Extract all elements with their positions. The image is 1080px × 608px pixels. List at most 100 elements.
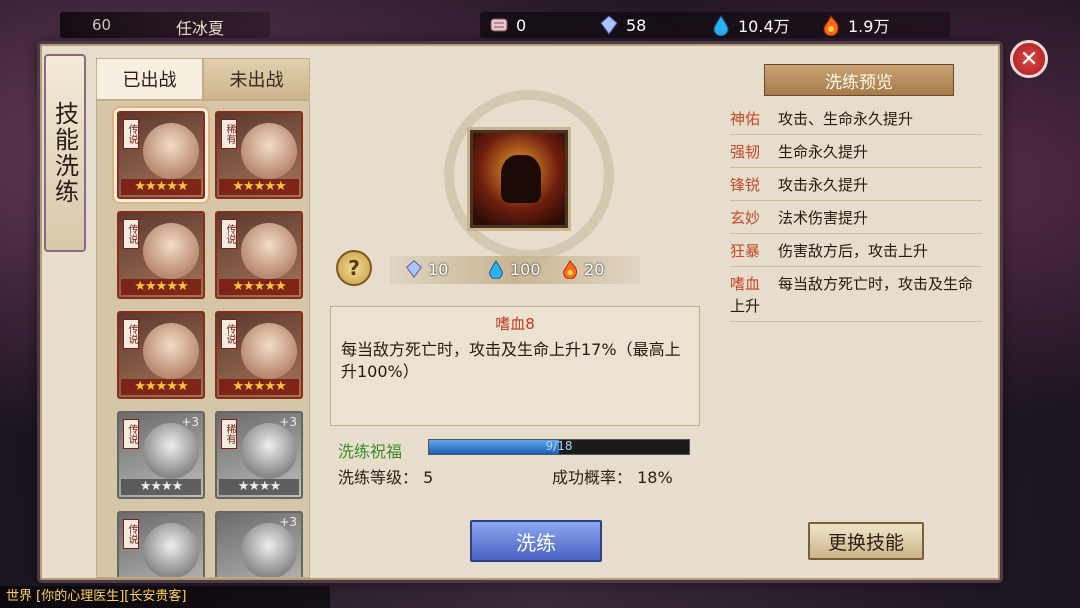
hero-portrait bbox=[241, 123, 297, 179]
preview-item-effect: 生命永久提升 bbox=[778, 143, 869, 161]
hero-portrait bbox=[143, 223, 199, 279]
resource-water[interactable]: 10.4万 bbox=[710, 14, 790, 36]
flame-icon bbox=[563, 259, 577, 279]
top-bar: 60 任冰夏 0 58 10.4万 1.9万 bbox=[0, 0, 1080, 44]
hero-portrait bbox=[241, 423, 297, 479]
hero-bonus: +3 bbox=[279, 515, 297, 529]
rarity-tag: 稀有 bbox=[221, 119, 237, 149]
rarity-tag: 稀有 bbox=[221, 419, 237, 449]
hero-stars: ★★★★★ bbox=[121, 179, 201, 195]
preview-item-name: 嗜血 bbox=[730, 275, 761, 293]
hero-card[interactable]: 传说 ★★★★★ bbox=[117, 111, 205, 199]
preview-item-name: 强韧 bbox=[730, 143, 761, 161]
hero-card[interactable]: 传说 ★★★★★ bbox=[215, 211, 303, 299]
panel-title: 技能洗练 bbox=[44, 54, 86, 252]
hero-stars: ★★★★ bbox=[219, 479, 299, 495]
hero-card[interactable]: 稀有 ★★★★★ bbox=[215, 111, 303, 199]
rarity-tag: 传说 bbox=[221, 219, 237, 249]
change-skill-button[interactable]: 更换技能 bbox=[808, 522, 924, 560]
rarity-tag: 传说 bbox=[123, 519, 139, 549]
hero-stars: ★★★★ bbox=[121, 479, 201, 495]
preview-item-name: 锋锐 bbox=[730, 176, 761, 194]
resource-value: 10.4万 bbox=[738, 17, 790, 36]
resource-scroll[interactable]: 0 bbox=[488, 14, 526, 36]
skill-description: 每当敌方死亡时，攻击及生命上升17%（最高上升100%） bbox=[341, 340, 681, 381]
resource-value: 0 bbox=[516, 15, 527, 35]
resource-flame[interactable]: 1.9万 bbox=[820, 14, 889, 36]
refine-level: 洗练等级： 5 bbox=[338, 468, 434, 487]
hero-list[interactable]: 传说 ★★★★★ 稀有 ★★★★★ 传说 ★★★★★ 传说 ★★★★★ 传说 ★★★★★ 传说 ★★★… bbox=[96, 100, 310, 578]
hero-card[interactable]: +3★★★★ bbox=[215, 511, 303, 577]
tab-deployed[interactable]: 已出战 bbox=[96, 58, 203, 100]
cost-value: 20 bbox=[584, 259, 605, 279]
preview-item-effect: 每当敌方死亡时，攻击及生命上升 bbox=[730, 275, 974, 315]
preview-item-name: 神佑 bbox=[730, 110, 761, 128]
success-chance: 成功概率： 18% bbox=[552, 468, 673, 487]
preview-item: 玄妙 法术伤害提升 bbox=[730, 207, 982, 234]
hero-stars: ★★★★★ bbox=[219, 379, 299, 395]
scroll-icon bbox=[490, 18, 508, 32]
hero-portrait bbox=[143, 123, 199, 179]
skill-figure bbox=[501, 155, 541, 203]
rarity-tag: 传说 bbox=[123, 319, 139, 349]
crystal-icon bbox=[600, 15, 618, 35]
preview-item-effect: 伤害敌方后，攻击上升 bbox=[778, 242, 929, 260]
hero-card[interactable]: 稀有 +3 ★★★★ bbox=[215, 411, 303, 499]
blessing-progress-bar: 9/18 bbox=[428, 439, 690, 455]
resource-value: 1.9万 bbox=[848, 17, 890, 36]
world-chat[interactable]: 世界 [你的心理医生][长安贵客] bbox=[0, 586, 330, 608]
hero-portrait bbox=[241, 323, 297, 379]
rarity-tag: 传说 bbox=[123, 419, 139, 449]
panel-title-text: 技能洗练 bbox=[50, 101, 79, 205]
hero-bonus: +3 bbox=[181, 415, 199, 429]
hero-card[interactable]: 传说 ★★★★★ bbox=[117, 311, 205, 399]
rarity-tag: 传说 bbox=[221, 319, 237, 349]
skill-description-box: 嗜血8 每当敌方死亡时，攻击及生命上升17%（最高上升100%） bbox=[330, 306, 700, 426]
flame-icon bbox=[823, 14, 839, 36]
hero-portrait bbox=[241, 223, 297, 279]
hero-card[interactable]: 传说 +3 ★★★★ bbox=[117, 411, 205, 499]
help-button[interactable]: ? bbox=[336, 250, 372, 286]
resource-value: 58 bbox=[626, 15, 647, 35]
cost-value: 10 bbox=[428, 259, 449, 279]
preview-item-effect: 攻击、生命永久提升 bbox=[778, 110, 914, 128]
tab-undeployed[interactable]: 未出战 bbox=[203, 58, 310, 100]
hero-card[interactable]: 传说★★★★ bbox=[117, 511, 205, 577]
hero-bonus: +3 bbox=[279, 415, 297, 429]
cost-crystal: 10 bbox=[404, 259, 448, 279]
player-name: 任冰夏 bbox=[176, 19, 225, 38]
cost-water: 100 bbox=[486, 259, 541, 279]
preview-item: 强韧 生命永久提升 bbox=[730, 141, 982, 168]
refine-button[interactable]: 洗练 bbox=[470, 520, 602, 562]
preview-item: 神佑 攻击、生命永久提升 bbox=[730, 108, 982, 135]
rarity-tag: 传说 bbox=[123, 219, 139, 249]
hero-stars: ★★★★★ bbox=[219, 279, 299, 295]
hero-stars: ★★★★★ bbox=[219, 179, 299, 195]
hero-card[interactable]: 传说 ★★★★★ bbox=[215, 311, 303, 399]
cost-value: 100 bbox=[510, 259, 541, 279]
skill-icon[interactable] bbox=[470, 130, 568, 228]
preview-item: 狂暴 伤害敌方后，攻击上升 bbox=[730, 240, 982, 267]
preview-item: 锋锐 攻击永久提升 bbox=[730, 174, 982, 201]
crystal-icon bbox=[406, 260, 422, 278]
cost-flame: 20 bbox=[560, 259, 604, 279]
preview-item: 嗜血 每当敌方死亡时，攻击及生命上升 bbox=[730, 273, 982, 322]
blessing-progress-text: 9/18 bbox=[545, 439, 573, 453]
hero-portrait bbox=[143, 323, 199, 379]
player-info[interactable]: 60 任冰夏 bbox=[60, 12, 270, 38]
preview-title: 洗练预览 bbox=[764, 64, 954, 96]
hero-portrait bbox=[143, 423, 199, 479]
preview-item-effect: 攻击永久提升 bbox=[778, 176, 869, 194]
resource-crystal[interactable]: 58 bbox=[598, 14, 646, 36]
close-button[interactable]: ✕ bbox=[1010, 40, 1048, 78]
hero-stars: ★★★★★ bbox=[121, 279, 201, 295]
player-level: 60 bbox=[92, 16, 112, 34]
skill-name: 嗜血8 bbox=[495, 315, 535, 333]
blessing-label: 洗练祝福 bbox=[338, 442, 403, 461]
hero-stars: ★★★★★ bbox=[121, 379, 201, 395]
preview-item-name: 玄妙 bbox=[730, 209, 761, 227]
hero-portrait bbox=[143, 523, 199, 577]
hero-card[interactable]: 传说 ★★★★★ bbox=[117, 211, 205, 299]
water-drop-icon bbox=[489, 259, 503, 279]
preview-item-effect: 法术伤害提升 bbox=[778, 209, 869, 227]
